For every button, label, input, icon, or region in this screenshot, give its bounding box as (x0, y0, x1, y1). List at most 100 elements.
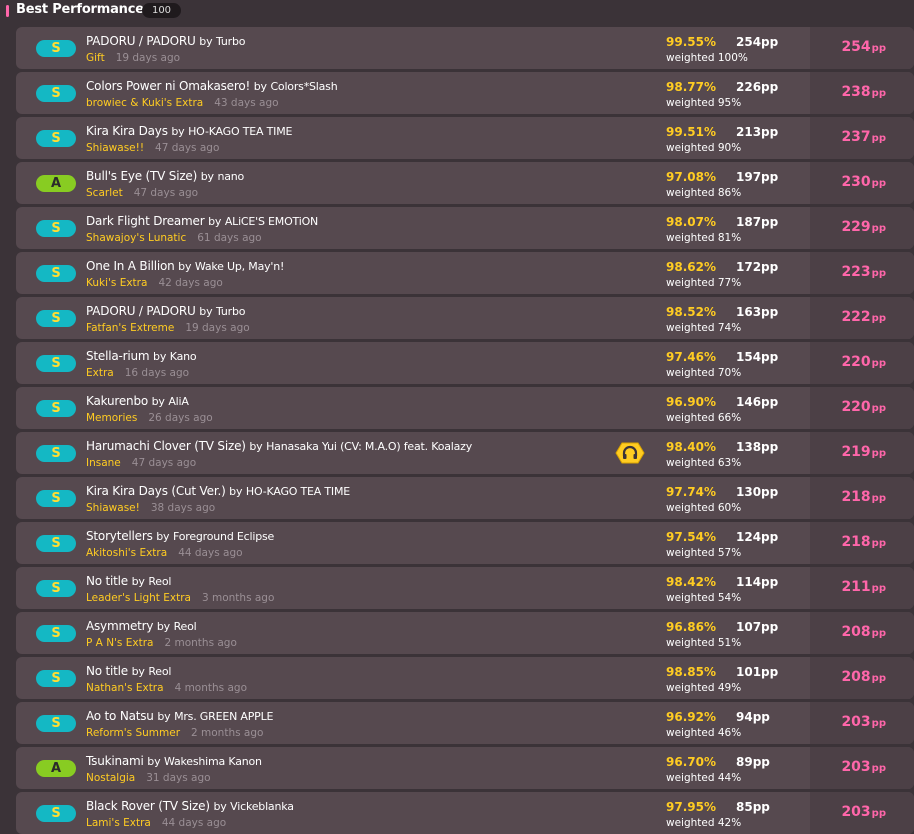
grade-badge-icon: S (36, 715, 76, 732)
beatmap-title-line[interactable]: Bull's Eye (TV Size) by nano (86, 169, 244, 183)
beatmap-title[interactable]: Storytellers (86, 529, 153, 543)
by-label: by (131, 575, 145, 588)
score-row[interactable]: S Kira Kira Days (Cut Ver.) by HO-KAGO T… (16, 477, 914, 519)
beatmap-title-line[interactable]: Dark Flight Dreamer by ALiCE'S EMOTiON (86, 214, 318, 228)
beatmap-title[interactable]: Colors Power ni Omakasero! (86, 79, 250, 93)
score-row[interactable]: S Harumachi Clover (TV Size) by Hanasaka… (16, 432, 914, 474)
score-row[interactable]: S No title by Reol Leader's Light Extra 3… (16, 567, 914, 609)
weight-percent: weighted 54% (666, 592, 742, 604)
by-label: by (156, 530, 170, 543)
beatmap-title[interactable]: Kira Kira Days (86, 124, 168, 138)
grade-letter: A (50, 761, 62, 776)
raw-pp-unit: pp (871, 43, 886, 54)
accuracy: 98.77% (666, 80, 716, 94)
beatmap-title-line[interactable]: PADORU / PADORU by Turbo (86, 34, 245, 48)
grade-letter: S (51, 311, 61, 326)
difficulty-name: Shiawase!! (86, 142, 145, 154)
grade-letter: S (51, 806, 61, 821)
beatmap-title-line[interactable]: Kira Kira Days (Cut Ver.) by HO-KAGO TEA… (86, 484, 350, 498)
beatmap-title-line[interactable]: One In A Billion by Wake Up, May'n! (86, 259, 284, 273)
score-row[interactable]: S Kira Kira Days by HO-KAGO TEA TIME Shi… (16, 117, 914, 159)
weight-percent: weighted 42% (666, 817, 742, 829)
by-label: by (199, 305, 213, 318)
beatmap-title[interactable]: PADORU / PADORU (86, 304, 196, 318)
beatmap-title-line[interactable]: Stella-rium by Kano (86, 349, 197, 363)
accuracy: 96.86% (666, 620, 716, 634)
weighted-pp: 226pp (736, 80, 779, 94)
difficulty-name: Memories (86, 412, 138, 424)
score-row[interactable]: S No title by Reol Nathan's Extra 4 month… (16, 657, 914, 699)
beatmap-title[interactable]: Asymmetry (86, 619, 153, 633)
beatmap-title[interactable]: Ao to Natsu (86, 709, 154, 723)
raw-pp: 230pp (841, 174, 886, 190)
score-row[interactable]: S Ao to Natsu by Mrs. GREEN APPLE Reform… (16, 702, 914, 744)
score-row[interactable]: S PADORU / PADORU by Turbo Fatfan's Extr… (16, 297, 914, 339)
score-row[interactable]: S One In A Billion by Wake Up, May'n! Ku… (16, 252, 914, 294)
raw-pp: 219pp (841, 444, 886, 460)
beatmap-title-line[interactable]: Colors Power ni Omakasero! by Colors*Sla… (86, 79, 338, 93)
beatmap-sub-line: Leader's Light Extra 3 months ago (86, 592, 274, 604)
score-row[interactable]: A Tsukinami by Wakeshima Kanon Nostalgia… (16, 747, 914, 789)
beatmap-title-line[interactable]: Storytellers by Foreground Eclipse (86, 529, 274, 543)
beatmap-title-line[interactable]: Kira Kira Days by HO-KAGO TEA TIME (86, 124, 292, 138)
accuracy: 97.54% (666, 530, 716, 544)
beatmap-title[interactable]: PADORU / PADORU (86, 34, 196, 48)
beatmap-title-line[interactable]: No title by Reol (86, 664, 171, 678)
score-date: 19 days ago (115, 52, 181, 64)
score-row[interactable]: S Asymmetry by Reol P A N's Extra 2 month… (16, 612, 914, 654)
score-row[interactable]: S Kakurenbo by AliA Memories 26 days ago … (16, 387, 914, 429)
accuracy: 98.62% (666, 260, 716, 274)
beatmap-title[interactable]: Black Rover (TV Size) (86, 799, 210, 813)
grade-letter: S (51, 131, 61, 146)
beatmap-title[interactable]: Kira Kira Days (Cut Ver.) (86, 484, 226, 498)
score-row[interactable]: S Storytellers by Foreground Eclipse Aki… (16, 522, 914, 564)
beatmap-title-line[interactable]: Asymmetry by Reol (86, 619, 197, 633)
score-date: 47 days ago (133, 187, 199, 199)
beatmap-title[interactable]: Tsukinami (86, 754, 144, 768)
score-row[interactable]: S Dark Flight Dreamer by ALiCE'S EMOTiON… (16, 207, 914, 249)
beatmap-title-line[interactable]: Black Rover (TV Size) by Vickeblanka (86, 799, 294, 813)
grade-badge-icon: S (36, 445, 76, 462)
score-date: 2 months ago (164, 637, 237, 649)
raw-pp: 220pp (841, 354, 886, 370)
beatmap-sub-line: browiec & Kuki's Extra 43 days ago (86, 97, 279, 109)
raw-pp: 203pp (841, 804, 886, 820)
by-label: by (213, 800, 227, 813)
weight-percent: weighted 60% (666, 502, 742, 514)
accuracy: 98.52% (666, 305, 716, 319)
beatmap-title-line[interactable]: Ao to Natsu by Mrs. GREEN APPLE (86, 709, 273, 723)
accuracy: 98.85% (666, 665, 716, 679)
beatmap-artist: Wake Up, May'n! (194, 260, 285, 273)
beatmap-title[interactable]: Kakurenbo (86, 394, 148, 408)
beatmap-title[interactable]: One In A Billion (86, 259, 175, 273)
raw-pp: 203pp (841, 759, 886, 775)
weighted-pp: 254pp (736, 35, 779, 49)
score-row[interactable]: S Black Rover (TV Size) by Vickeblanka L… (16, 792, 914, 834)
difficulty-name: Nostalgia (86, 772, 136, 784)
weight-percent: weighted 63% (666, 457, 742, 469)
beatmap-title-line[interactable]: Kakurenbo by AliA (86, 394, 189, 408)
beatmap-title-line[interactable]: PADORU / PADORU by Turbo (86, 304, 245, 318)
beatmap-title-line[interactable]: Tsukinami by Wakeshima Kanon (86, 754, 262, 768)
headphones-mod-icon[interactable] (615, 442, 645, 464)
raw-pp-unit: pp (871, 538, 886, 549)
weight-percent: weighted 49% (666, 682, 742, 694)
beatmap-title[interactable]: Harumachi Clover (TV Size) (86, 439, 246, 453)
beatmap-artist: HO-KAGO TEA TIME (245, 485, 351, 498)
beatmap-title[interactable]: No title (86, 664, 128, 678)
beatmap-title[interactable]: Bull's Eye (TV Size) (86, 169, 197, 183)
weighted-pp: 146pp (736, 395, 779, 409)
score-row[interactable]: S PADORU / PADORU by Turbo Gift 19 days a… (16, 27, 914, 69)
weighted-pp: 101pp (736, 665, 779, 679)
difficulty-name: Nathan's Extra (86, 682, 164, 694)
score-row[interactable]: A Bull's Eye (TV Size) by nano Scarlet 47… (16, 162, 914, 204)
score-row[interactable]: S Colors Power ni Omakasero! by Colors*S… (16, 72, 914, 114)
beatmap-title-line[interactable]: No title by Reol (86, 574, 171, 588)
beatmap-title[interactable]: No title (86, 574, 128, 588)
weighted-pp: 107pp (736, 620, 779, 634)
score-row[interactable]: S Stella-rium by Kano Extra 16 days ago 9… (16, 342, 914, 384)
beatmap-title[interactable]: Dark Flight Dreamer (86, 214, 205, 228)
score-date: 38 days ago (150, 502, 216, 514)
beatmap-title[interactable]: Stella-rium (86, 349, 150, 363)
beatmap-title-line[interactable]: Harumachi Clover (TV Size) by Hanasaka Y… (86, 439, 472, 453)
